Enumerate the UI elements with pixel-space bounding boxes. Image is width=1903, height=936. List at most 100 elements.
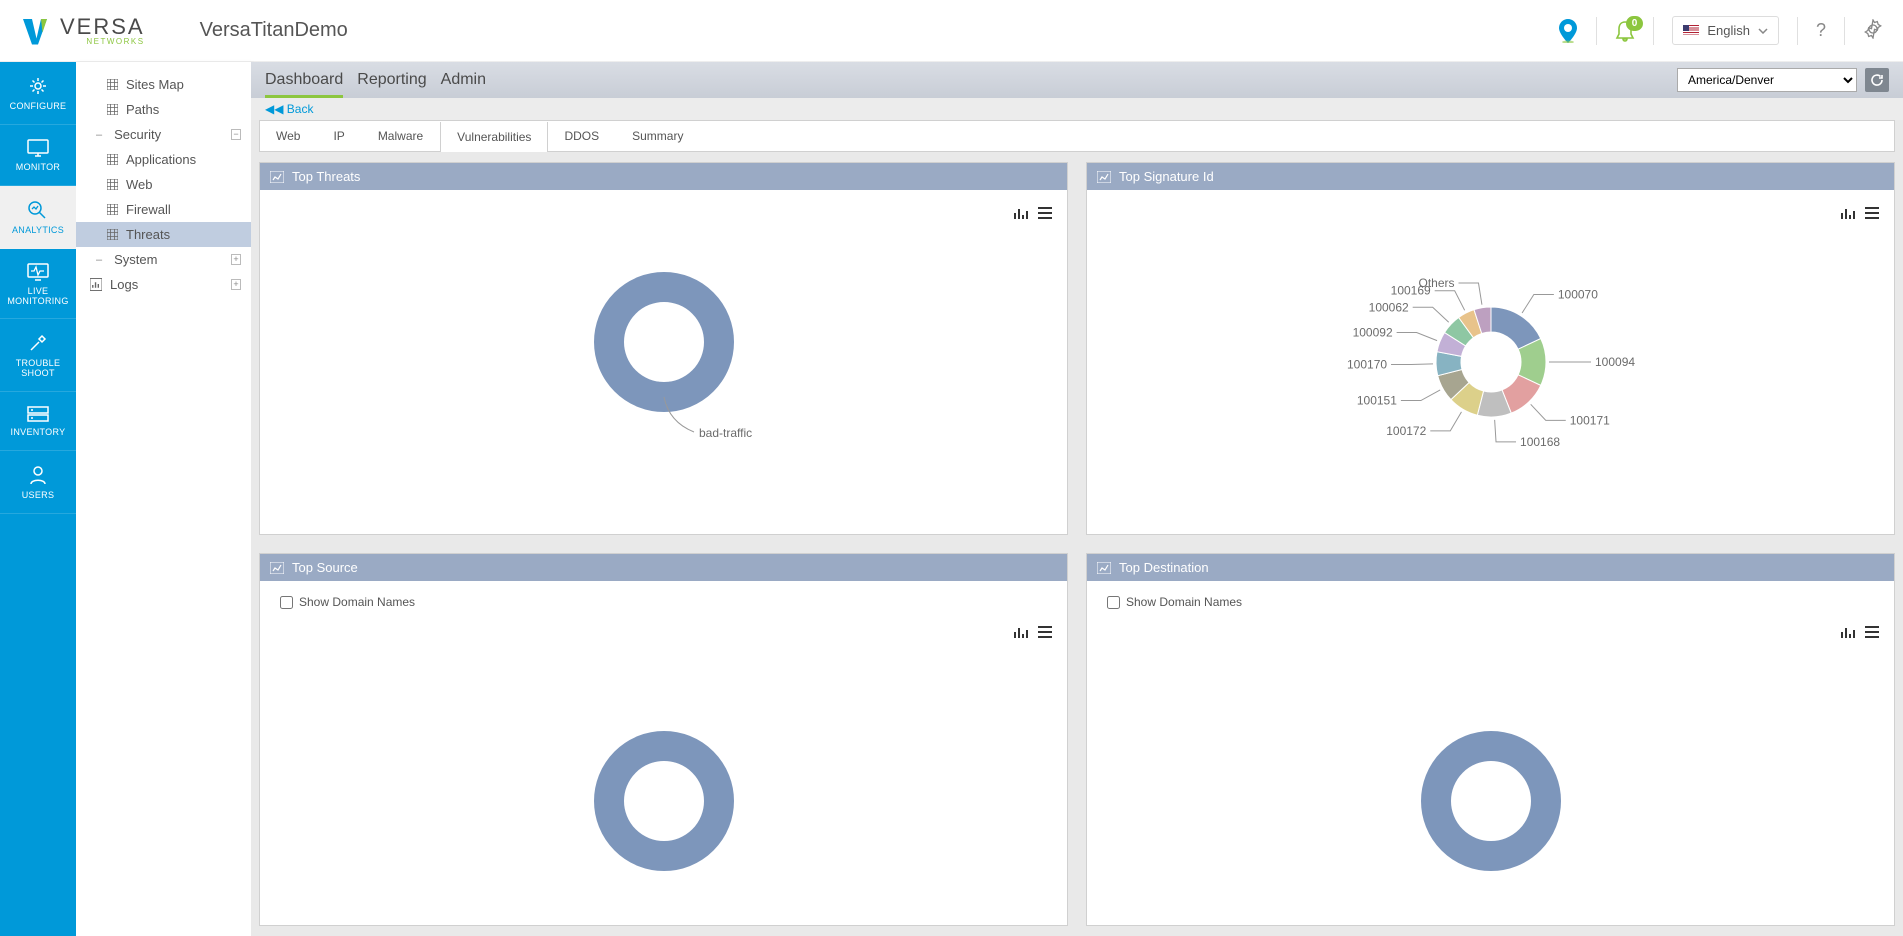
tab-dashboard[interactable]: Dashboard bbox=[265, 69, 343, 98]
rail-item-users[interactable]: USERS bbox=[0, 451, 76, 514]
subtab-web[interactable]: Web bbox=[260, 121, 317, 151]
rail-label: USERS bbox=[4, 491, 72, 501]
rail-item-configure[interactable]: CONFIGURE bbox=[0, 62, 76, 125]
rail-item-inventory[interactable]: INVENTORY bbox=[0, 392, 76, 451]
bar-chart-toggle-icon[interactable] bbox=[1013, 625, 1029, 642]
donut-label: 100170 bbox=[1346, 358, 1386, 372]
sidebar-group-label: Security bbox=[114, 127, 161, 142]
rail-item-analytics[interactable]: ANALYTICS bbox=[0, 186, 76, 249]
location-pin-icon[interactable] bbox=[1558, 19, 1578, 43]
donut-label: 100171 bbox=[1569, 413, 1609, 427]
sidebar-item-label: Web bbox=[126, 177, 153, 192]
separator bbox=[1844, 17, 1845, 45]
donut-label: 100172 bbox=[1386, 424, 1426, 438]
donut-label: 100151 bbox=[1356, 394, 1396, 408]
donut-chart-top-threats: bad-traffic bbox=[484, 232, 844, 492]
panel-title: Top Source bbox=[292, 560, 358, 575]
show-domain-names-label: Show Domain Names bbox=[1126, 595, 1242, 609]
grid-icon bbox=[106, 79, 118, 91]
panel-body: 1000701000941001711001681001721001511001… bbox=[1087, 190, 1894, 534]
show-domain-names-checkbox[interactable] bbox=[1107, 596, 1120, 609]
sidebar-item-web[interactable]: Web bbox=[76, 172, 251, 197]
inventory-icon bbox=[27, 406, 49, 422]
chart-icon bbox=[270, 171, 284, 183]
panel-header: Top Destination bbox=[1087, 554, 1894, 581]
donut-label: 100062 bbox=[1368, 300, 1408, 314]
menu-icon[interactable] bbox=[1864, 206, 1880, 223]
sidebar-item-sites-map[interactable]: Sites Map bbox=[76, 72, 251, 97]
rail-item-live-monitoring[interactable]: LIVE MONITORING bbox=[0, 249, 76, 320]
sidebar-item-label: Sites Map bbox=[126, 77, 184, 92]
donut-chart-top-sigid: 1000701000941001711001681001721001511001… bbox=[1271, 222, 1711, 502]
dash-icon: – bbox=[96, 254, 102, 266]
show-domain-names-label: Show Domain Names bbox=[299, 595, 415, 609]
menu-icon[interactable] bbox=[1037, 625, 1053, 642]
sidebar-item-paths[interactable]: Paths bbox=[76, 97, 251, 122]
panel-top-source: Top Source Show Domain Names bbox=[259, 553, 1068, 926]
menu-icon[interactable] bbox=[1864, 625, 1880, 642]
subtab-ip[interactable]: IP bbox=[317, 121, 361, 151]
language-select[interactable]: English bbox=[1672, 16, 1779, 45]
sidebar-group-system[interactable]: – System + bbox=[76, 247, 251, 272]
panel-top-signature-id: Top Signature Id 10007010009410017110016… bbox=[1086, 162, 1895, 535]
show-domain-names-checkbox[interactable] bbox=[280, 596, 293, 609]
flag-us-icon bbox=[1683, 25, 1699, 36]
sidebar-item-label: Logs bbox=[110, 277, 138, 292]
chart-icon bbox=[1097, 171, 1111, 183]
expand-icon[interactable]: + bbox=[231, 279, 241, 290]
rail-label: MONITOR bbox=[4, 163, 72, 173]
sidebar-item-applications[interactable]: Applications bbox=[76, 147, 251, 172]
dash-icon: – bbox=[96, 129, 102, 141]
bar-chart-toggle-icon[interactable] bbox=[1840, 206, 1856, 223]
rail-item-troubleshoot[interactable]: TROUBLE SHOOT bbox=[0, 319, 76, 392]
subtab-ddos[interactable]: DDOS bbox=[548, 121, 616, 151]
rail-item-monitor[interactable]: MONITOR bbox=[0, 125, 76, 186]
grid-icon bbox=[106, 104, 118, 116]
collapse-icon[interactable]: − bbox=[231, 129, 241, 140]
sidebar-item-threats[interactable]: Threats bbox=[76, 222, 251, 247]
menu-icon[interactable] bbox=[1037, 206, 1053, 223]
tools-icon bbox=[28, 333, 48, 353]
sidebar-group-label: System bbox=[114, 252, 157, 267]
panel-top-threats: Top Threats bad-traffic bbox=[259, 162, 1068, 535]
separator bbox=[1596, 17, 1597, 45]
grid-icon bbox=[106, 179, 118, 191]
panel-body: bad-traffic bbox=[260, 190, 1067, 534]
sidebar-item-logs[interactable]: Logs + bbox=[76, 272, 251, 297]
rail-label: ANALYTICS bbox=[4, 226, 72, 236]
tab-reporting[interactable]: Reporting bbox=[357, 69, 426, 98]
grid-icon bbox=[106, 154, 118, 166]
back-row: ◀◀ Back bbox=[251, 98, 1903, 120]
settings-gear-icon[interactable] bbox=[1863, 19, 1883, 42]
subtab-summary[interactable]: Summary bbox=[616, 121, 700, 151]
subtab-vulnerabilities[interactable]: Vulnerabilities bbox=[440, 122, 548, 152]
notifications-button[interactable]: 0 bbox=[1615, 20, 1635, 42]
logo-subtext: NETWORKS bbox=[60, 38, 145, 46]
notification-count-badge: 0 bbox=[1626, 16, 1644, 31]
bar-chart-toggle-icon[interactable] bbox=[1013, 206, 1029, 223]
panel-title: Top Threats bbox=[292, 169, 360, 184]
back-link[interactable]: ◀◀ Back bbox=[265, 102, 313, 116]
expand-icon[interactable]: + bbox=[231, 254, 241, 265]
bar-chart-toggle-icon[interactable] bbox=[1840, 625, 1856, 642]
app-title: VersaTitanDemo bbox=[200, 19, 348, 42]
help-button[interactable]: ? bbox=[1816, 20, 1826, 41]
tab-admin[interactable]: Admin bbox=[441, 69, 486, 98]
secondary-sidebar: Sites Map Paths – Security − Application… bbox=[76, 62, 251, 936]
subtab-malware[interactable]: Malware bbox=[362, 121, 440, 151]
grid-icon bbox=[106, 204, 118, 216]
donut-chart-top-destination bbox=[1391, 711, 1591, 871]
refresh-button[interactable] bbox=[1865, 68, 1889, 92]
sidebar-group-security[interactable]: – Security − bbox=[76, 122, 251, 147]
top-header: VERSA NETWORKS VersaTitanDemo 0 English … bbox=[0, 0, 1903, 62]
panel-body: Show Domain Names bbox=[260, 581, 1067, 925]
sidebar-item-firewall[interactable]: Firewall bbox=[76, 197, 251, 222]
refresh-icon bbox=[1870, 73, 1884, 87]
gear-icon bbox=[28, 76, 48, 96]
panel-header: Top Threats bbox=[260, 163, 1067, 190]
timezone-select[interactable]: America/Denver bbox=[1677, 68, 1857, 92]
panels-grid: Top Threats bad-traffic bbox=[251, 152, 1903, 936]
separator bbox=[1797, 17, 1798, 45]
monitor-icon bbox=[27, 139, 49, 157]
chevron-down-icon bbox=[1758, 28, 1768, 34]
